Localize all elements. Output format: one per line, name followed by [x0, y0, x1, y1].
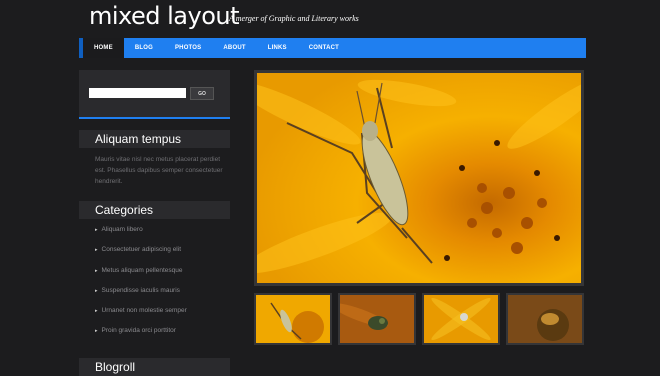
category-item[interactable]: ▸ Suspendisse iaculis mauris — [95, 286, 187, 306]
widget-title-blogroll: Blogroll — [79, 358, 230, 376]
category-item[interactable]: ▸ Metus aliquam pellentesque — [95, 266, 187, 286]
search-widget: GO — [79, 70, 230, 119]
featured-image[interactable] — [257, 73, 581, 283]
category-item[interactable]: ▸ Proin gravida orci porttitor — [95, 326, 187, 346]
category-item[interactable]: ▸ Consectetuer adipiscing elit — [95, 245, 187, 265]
bullet-icon: ▸ — [95, 247, 98, 254]
nav-item-home[interactable]: HOME — [83, 38, 124, 58]
category-link[interactable]: Proin gravida orci porttitor — [102, 327, 176, 334]
nav-item-links[interactable]: LINKS — [257, 38, 298, 58]
category-link[interactable]: Suspendisse iaculis mauris — [102, 287, 180, 294]
category-link[interactable]: Consectetuer adipiscing elit — [102, 246, 182, 253]
thumbnail[interactable] — [422, 293, 500, 345]
bullet-icon: ▸ — [95, 328, 98, 335]
thumb-spider-image — [424, 295, 498, 343]
category-link[interactable]: Urnanet non molestie semper — [102, 307, 187, 314]
categories-list: ▸ Aliquam libero ▸ Consectetuer adipiscing… — [95, 225, 187, 347]
site-title[interactable]: mixed layout — [89, 2, 240, 30]
nav-item-about[interactable]: ABOUT — [212, 38, 256, 58]
bullet-icon: ▸ — [95, 227, 98, 233]
widget-text-aliquam: Mauris vitae nisl nec metus placerat per… — [95, 156, 223, 185]
category-item[interactable]: ▸ Aliquam libero — [95, 225, 187, 245]
site-tagline: A merger of Graphic and Literary works — [229, 14, 359, 23]
category-item[interactable]: ▸ Urnanet non molestie semper — [95, 306, 187, 326]
bullet-icon: ▸ — [95, 308, 98, 315]
bullet-icon: ▸ — [95, 267, 98, 274]
thumbnail[interactable] — [338, 293, 416, 345]
thumbnail[interactable] — [506, 293, 584, 345]
widget-title-aliquam: Aliquam tempus — [79, 130, 230, 148]
widget-title-categories: Categories — [79, 201, 230, 219]
nav-item-blog[interactable]: BLOG — [124, 38, 164, 58]
category-link[interactable]: Metus aliquam pellentesque — [102, 267, 183, 274]
grasshopper-flower-photo — [257, 73, 581, 283]
thumb-grasshopper-image — [256, 295, 330, 343]
featured-image-frame — [254, 70, 584, 286]
thumb-bee-image — [340, 295, 414, 343]
nav-item-photos[interactable]: PHOTOS — [164, 38, 212, 58]
search-go-button[interactable]: GO — [190, 87, 214, 100]
thumbnail[interactable] — [254, 293, 332, 345]
search-input[interactable] — [89, 88, 186, 98]
category-link[interactable]: Aliquam libero — [102, 226, 143, 233]
thumb-bee-flower-image — [508, 295, 582, 343]
nav-item-contact[interactable]: CONTACT — [298, 38, 350, 58]
main-navigation: HOME BLOG PHOTOS ABOUT LINKS CONTACT — [79, 38, 586, 58]
bullet-icon: ▸ — [95, 287, 98, 294]
